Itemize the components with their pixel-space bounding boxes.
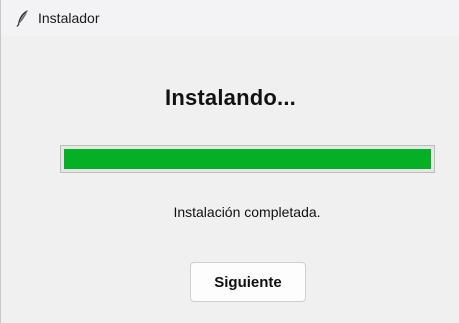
installer-window: Instalador Instalando... Instalación com… [0,0,459,323]
status-text: Instalación completada. [173,204,321,220]
next-button[interactable]: Siguiente [190,262,306,302]
progress-track [64,149,431,169]
progress-fill [64,149,431,169]
page-title: Instalando... [165,85,296,110]
title-bar: Instalador [1,0,459,36]
feather-icon [15,9,31,27]
progress-bar [60,145,435,173]
window-title: Instalador [38,10,100,26]
